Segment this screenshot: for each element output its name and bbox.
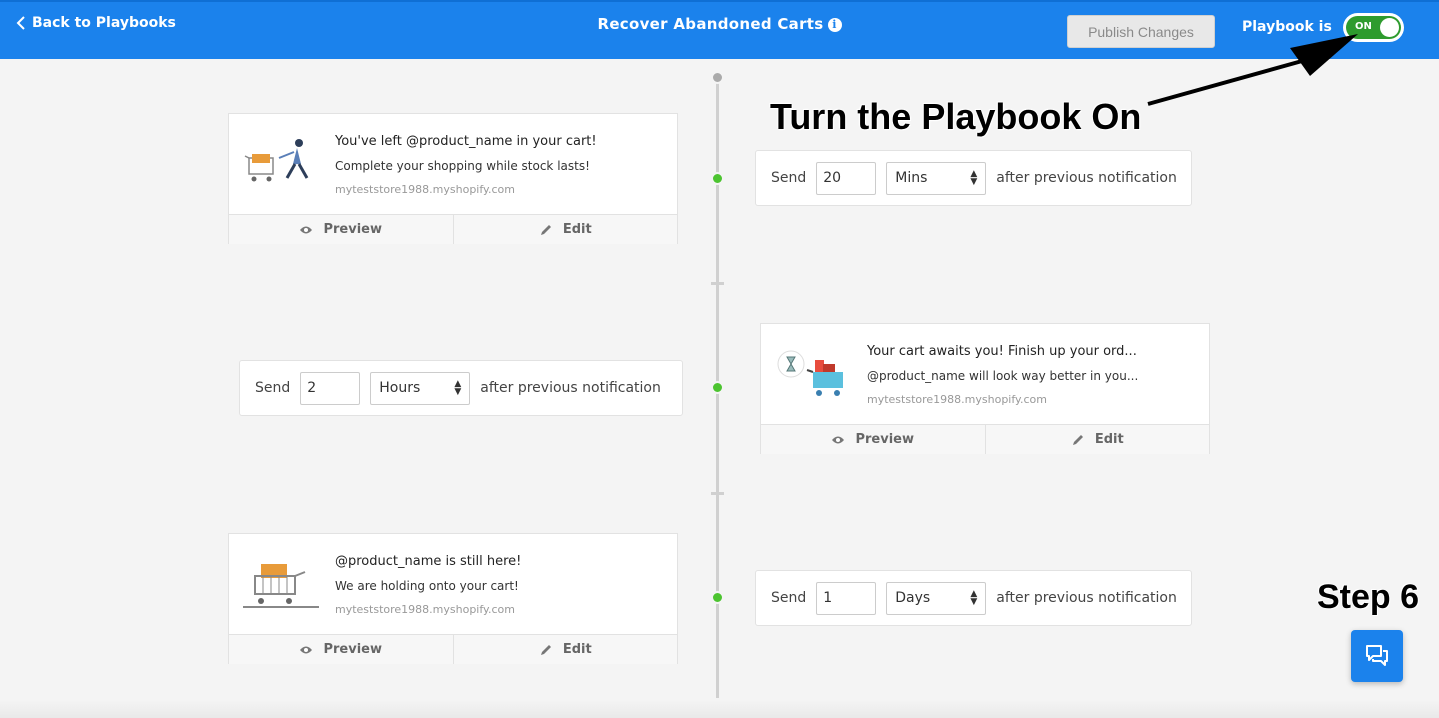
back-label: Back to Playbooks: [32, 15, 176, 31]
timeline-start-dot: [711, 71, 724, 84]
delay-setting: Send 2 Hours ▲ ▼ after previous notificat…: [239, 360, 683, 416]
delay-unit-select[interactable]: Mins ▲ ▼: [886, 161, 987, 195]
edit-button[interactable]: Edit: [452, 635, 678, 664]
annotation-turn-on: Turn the Playbook On: [770, 96, 1142, 137]
edit-button[interactable]: Edit: [984, 425, 1210, 454]
timeline-tick: [711, 282, 724, 285]
annotation-step: Step 6: [1317, 578, 1420, 616]
select-arrows-icon: ▲ ▼: [454, 379, 462, 397]
timeline-dot: [711, 172, 724, 185]
select-arrows-icon: ▲ ▼: [970, 169, 978, 187]
notification-title: You've left @product_name in your cart!: [335, 134, 597, 149]
delay-suffix: after previous notification: [996, 170, 1177, 186]
notification-site: myteststore1988.myshopify.com: [335, 183, 515, 196]
toggle-knob: [1380, 18, 1399, 37]
timeline-dot: [711, 381, 724, 394]
chat-icon: [1366, 645, 1388, 666]
notification-title: @product_name is still here!: [335, 554, 522, 569]
notification-site: myteststore1988.myshopify.com: [867, 393, 1047, 406]
select-arrows-icon: ▲ ▼: [970, 589, 978, 607]
bottom-edge: [0, 700, 1439, 718]
cart-hourglass-illustration: [777, 350, 843, 396]
timeline-dot: [711, 591, 724, 604]
notification-message: We are holding onto your cart!: [335, 579, 519, 593]
pencil-icon: [540, 644, 551, 655]
delay-setting: Send 1 Days ▲ ▼ after previous notificati…: [755, 570, 1192, 626]
notification-card: @product_name is still here! We are hold…: [228, 533, 678, 664]
preview-button[interactable]: Preview: [761, 425, 985, 454]
delay-value-input[interactable]: 2: [300, 371, 361, 405]
notification-card: You've left @product_name in your cart! …: [228, 113, 678, 244]
delay-setting: Send 20 Mins ▲ ▼ after previous notificat…: [755, 150, 1192, 206]
eye-icon: [300, 646, 313, 653]
send-label: Send: [255, 380, 291, 396]
delay-suffix: after previous notification: [480, 380, 661, 396]
chat-button[interactable]: [1351, 630, 1403, 682]
delay-value-input[interactable]: 20: [816, 161, 877, 195]
delay-value-input[interactable]: 1: [816, 581, 877, 615]
chevron-left-icon: [16, 16, 25, 30]
preview-button[interactable]: Preview: [229, 215, 453, 244]
pencil-icon: [540, 224, 551, 235]
eye-icon: [832, 436, 845, 443]
send-label: Send: [771, 170, 807, 186]
edit-button[interactable]: Edit: [452, 215, 678, 244]
notification-card: Your cart awaits you! Finish up your ord…: [760, 323, 1210, 454]
preview-button[interactable]: Preview: [229, 635, 453, 664]
eye-icon: [300, 226, 313, 233]
annotation-arrow-icon: [1147, 34, 1358, 106]
pencil-icon: [1072, 434, 1083, 445]
info-icon[interactable]: i: [827, 18, 842, 32]
notification-message: @product_name will look way better in yo…: [867, 369, 1139, 383]
notification-title: Your cart awaits you! Finish up your ord…: [867, 344, 1137, 359]
back-to-playbooks-link[interactable]: Back to Playbooks: [16, 15, 176, 31]
cart-illustration: [243, 564, 319, 608]
delay-unit-select[interactable]: Hours ▲ ▼: [370, 371, 471, 405]
notification-site: myteststore1988.myshopify.com: [335, 603, 515, 616]
delay-unit-select[interactable]: Days ▲ ▼: [886, 581, 987, 615]
delay-suffix: after previous notification: [996, 590, 1177, 606]
send-label: Send: [771, 590, 807, 606]
notification-message: Complete your shopping while stock lasts…: [335, 159, 590, 173]
timeline-tick: [711, 492, 724, 495]
cart-runner-illustration: [244, 139, 309, 182]
